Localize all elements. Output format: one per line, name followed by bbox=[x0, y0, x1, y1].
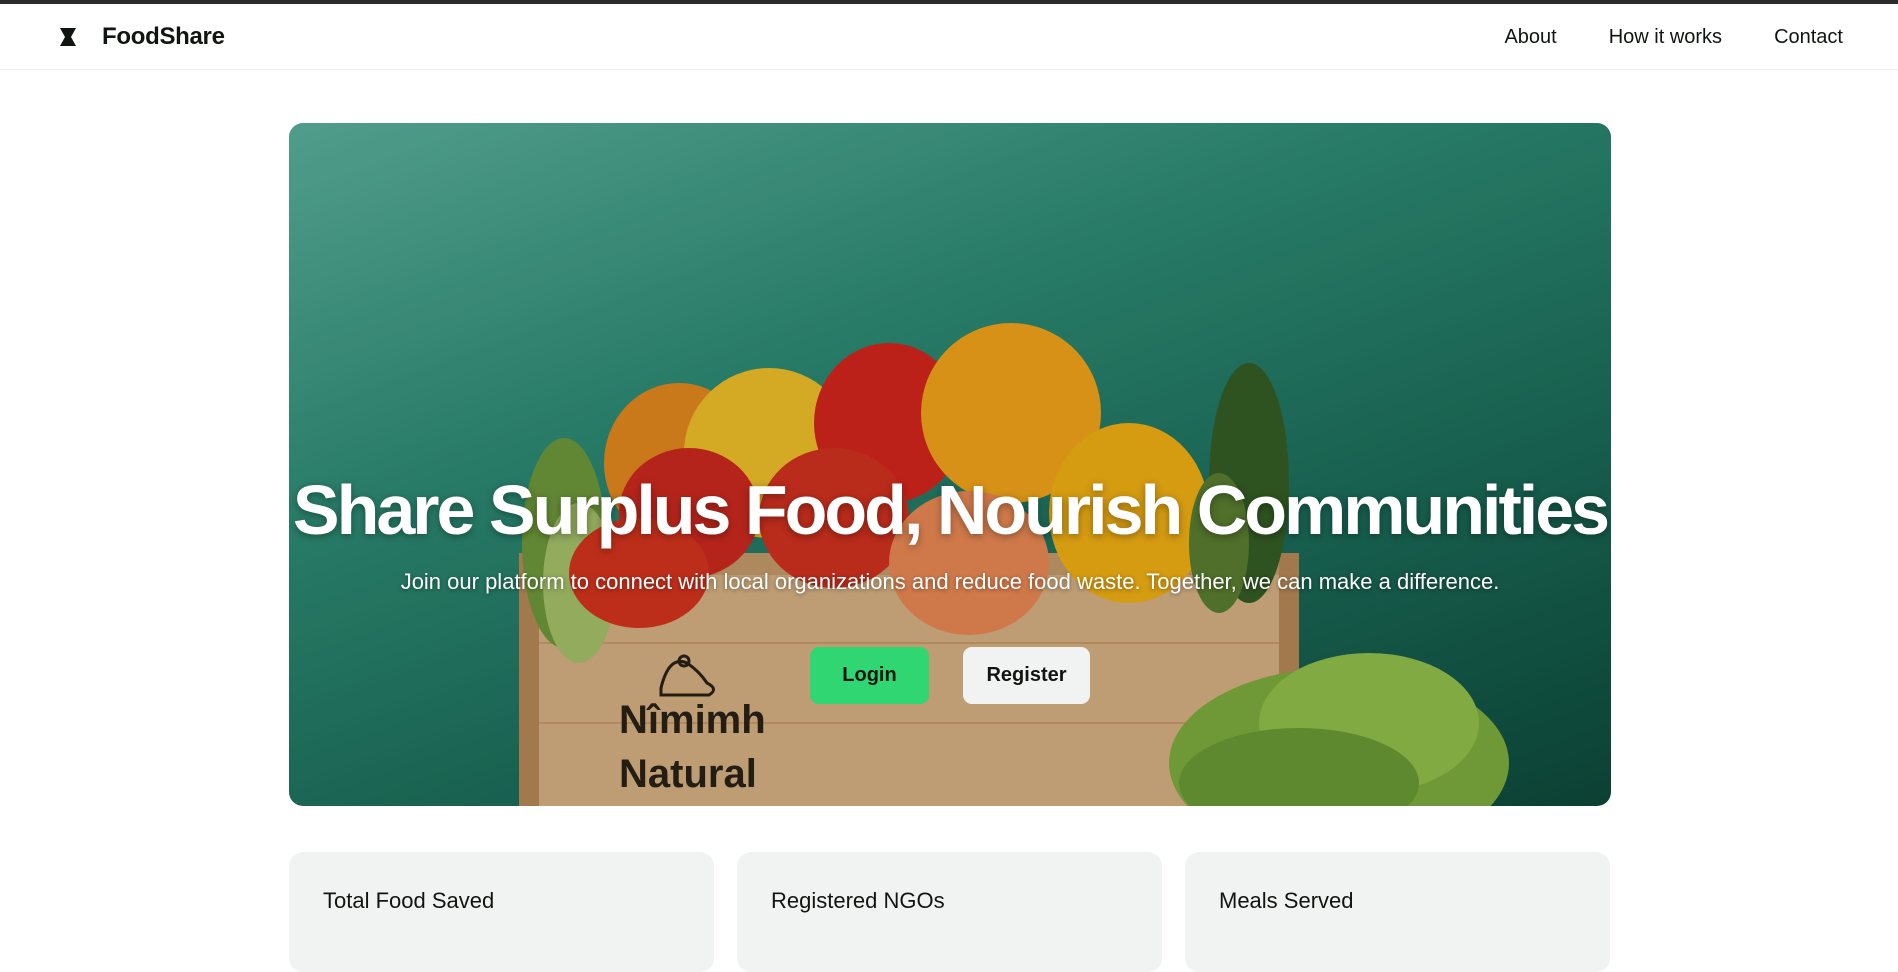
nav-link-about[interactable]: About bbox=[1504, 26, 1556, 49]
stat-card-total-food-saved: Total Food Saved bbox=[289, 852, 714, 972]
brand[interactable]: FoodShare bbox=[58, 4, 225, 70]
foodshare-logo-icon bbox=[60, 28, 76, 46]
stats-row: Total Food Saved Registered NGOs Meals S… bbox=[289, 852, 1611, 972]
hero-title: Share Surplus Food, Nourish Communities bbox=[292, 471, 1610, 549]
register-button[interactable]: Register bbox=[963, 647, 1090, 704]
main-nav: About How it works Contact bbox=[1504, 4, 1843, 70]
stat-card-meals-served: Meals Served bbox=[1185, 852, 1610, 972]
stat-label: Meals Served bbox=[1219, 888, 1354, 913]
hero-subtitle: Join our platform to connect with local … bbox=[400, 569, 1500, 594]
login-button[interactable]: Login bbox=[810, 647, 929, 704]
nav-link-how-it-works[interactable]: How it works bbox=[1609, 26, 1722, 49]
stat-card-registered-ngos: Registered NGOs bbox=[737, 852, 1162, 972]
site-header: FoodShare About How it works Contact bbox=[0, 4, 1898, 70]
brand-name: FoodShare bbox=[102, 23, 225, 50]
stat-label: Total Food Saved bbox=[323, 888, 495, 913]
nav-link-contact[interactable]: Contact bbox=[1774, 26, 1843, 49]
hero-banner: Nîmimh Natural Share Surplus Food, Nouri… bbox=[289, 123, 1611, 806]
hero-actions: Login Register bbox=[289, 647, 1611, 704]
stat-label: Registered NGOs bbox=[771, 888, 945, 913]
